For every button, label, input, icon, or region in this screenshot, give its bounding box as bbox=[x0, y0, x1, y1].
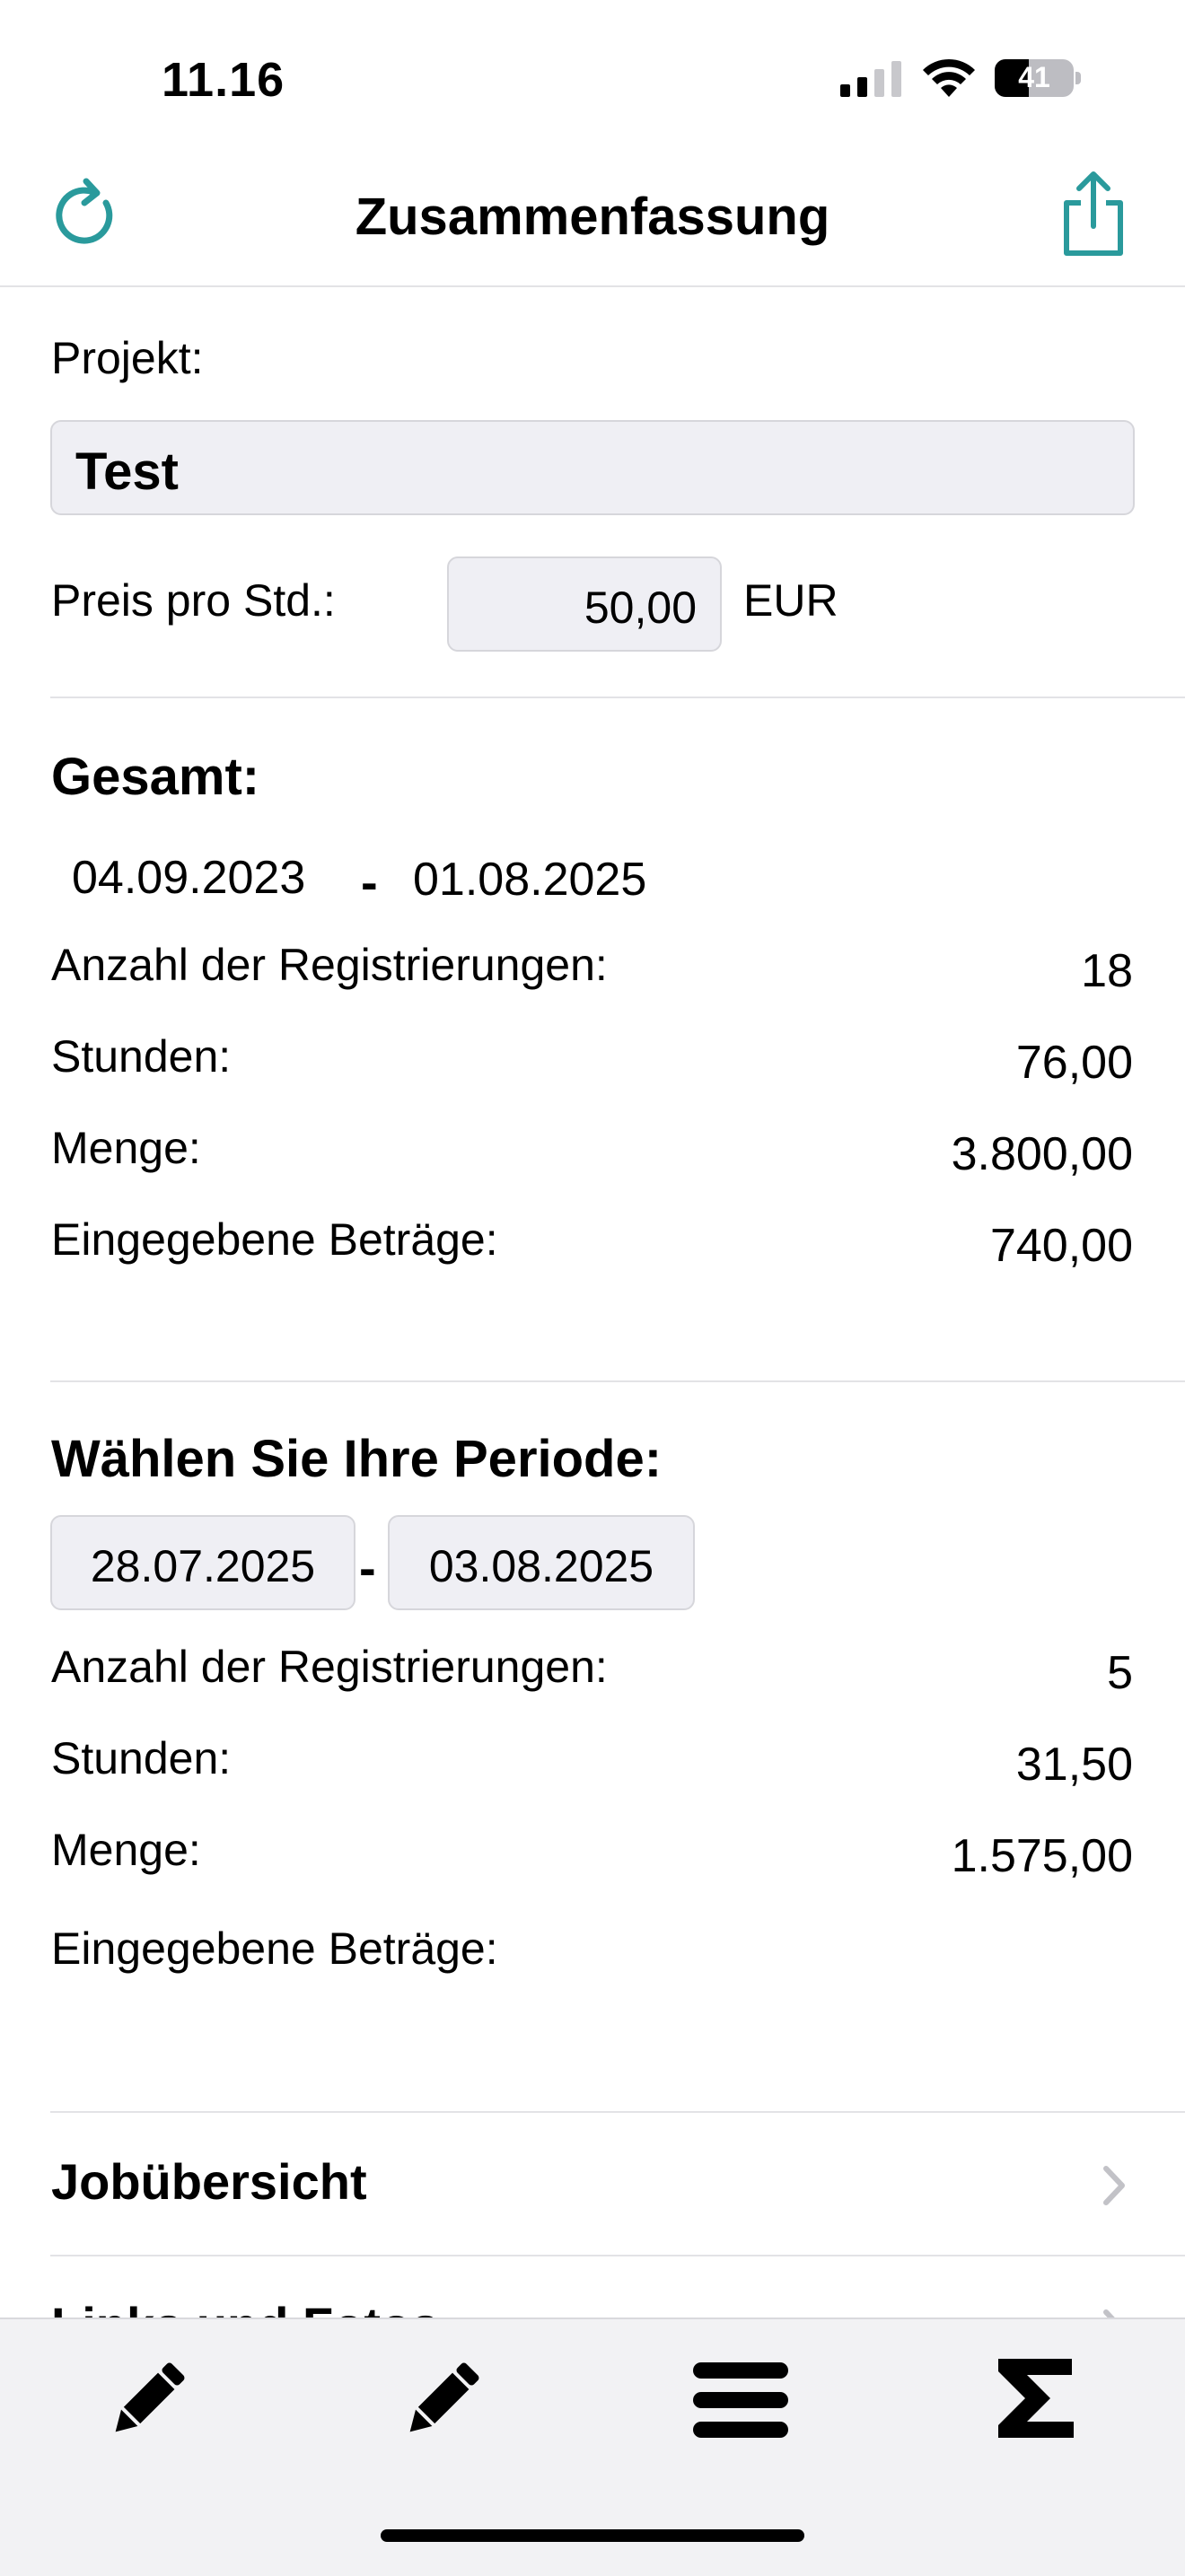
total-amount-value: 3.800,00 bbox=[951, 1128, 1133, 1180]
total-entered-label: Eingegebene Beträge: bbox=[51, 1214, 498, 1265]
divider-project bbox=[50, 697, 1185, 698]
wifi-icon bbox=[923, 58, 975, 97]
price-currency: EUR bbox=[743, 575, 838, 626]
total-amount-label: Menge: bbox=[51, 1123, 201, 1173]
period-heading: Wählen Sie Ihre Periode: bbox=[51, 1430, 663, 1488]
period-date-from: 28.07.2025 bbox=[90, 1541, 316, 1591]
menu-row-label: Links und Fotos bbox=[51, 2296, 439, 2318]
total-registrations-label: Anzahl der Registrierungen: bbox=[51, 940, 608, 990]
cellular-signal-icon bbox=[840, 61, 901, 97]
header-divider bbox=[0, 285, 1185, 287]
menu-row-job-overview[interactable]: Jobübersicht bbox=[50, 2113, 1185, 2255]
price-value: 50,00 bbox=[584, 583, 697, 633]
project-field[interactable]: Test bbox=[50, 420, 1135, 515]
period-amount-value: 1.575,00 bbox=[951, 1830, 1133, 1882]
menu-row-links-photos[interactable]: Links und Fotos bbox=[50, 2256, 1185, 2318]
chevron-right-icon bbox=[1103, 2166, 1125, 2205]
project-label: Projekt: bbox=[51, 333, 204, 383]
page-title: Zusammenfassung bbox=[355, 188, 830, 246]
battery-level: 41 bbox=[1018, 61, 1050, 93]
project-value: Test bbox=[75, 442, 179, 501]
period-date-to-field[interactable]: 03.08.2025 bbox=[388, 1515, 695, 1610]
divider-total bbox=[50, 1380, 1185, 1382]
total-date-from: 04.09.2023 bbox=[72, 852, 306, 904]
total-hours-value: 76,00 bbox=[1015, 1037, 1133, 1089]
battery-icon: 41 bbox=[995, 59, 1081, 97]
total-date-separator: - bbox=[361, 854, 378, 910]
chevron-right-icon bbox=[1103, 2309, 1115, 2318]
period-date-separator: - bbox=[359, 1539, 376, 1596]
period-entered-label: Eingegebene Beträge: bbox=[51, 1923, 498, 1974]
period-amount-label: Menge: bbox=[51, 1825, 201, 1875]
total-entered-value: 740,00 bbox=[989, 1220, 1133, 1272]
menu-lines-icon[interactable] bbox=[691, 2361, 790, 2440]
pencil-icon[interactable] bbox=[106, 2359, 189, 2441]
price-label: Preis pro Std.: bbox=[51, 575, 336, 626]
total-date-to: 01.08.2025 bbox=[413, 854, 647, 906]
sigma-icon[interactable] bbox=[995, 2355, 1077, 2441]
period-date-to: 03.08.2025 bbox=[428, 1541, 654, 1591]
period-registrations-value: 5 bbox=[1107, 1647, 1133, 1699]
menu-row-label: Jobübersicht bbox=[51, 2153, 367, 2210]
period-registrations-label: Anzahl der Registrierungen: bbox=[51, 1642, 608, 1692]
total-heading: Gesamt: bbox=[51, 748, 260, 806]
period-hours-label: Stunden: bbox=[51, 1733, 232, 1783]
home-indicator bbox=[381, 2529, 804, 2542]
total-hours-label: Stunden: bbox=[51, 1031, 232, 1082]
period-hours-value: 31,50 bbox=[1015, 1739, 1133, 1791]
period-date-from-field[interactable]: 28.07.2025 bbox=[50, 1515, 356, 1610]
status-time: 11.16 bbox=[162, 53, 285, 107]
pencil-icon[interactable] bbox=[400, 2359, 483, 2441]
share-icon[interactable] bbox=[1056, 171, 1131, 257]
price-field[interactable]: 50,00 bbox=[447, 556, 722, 652]
total-registrations-value: 18 bbox=[1081, 945, 1133, 997]
